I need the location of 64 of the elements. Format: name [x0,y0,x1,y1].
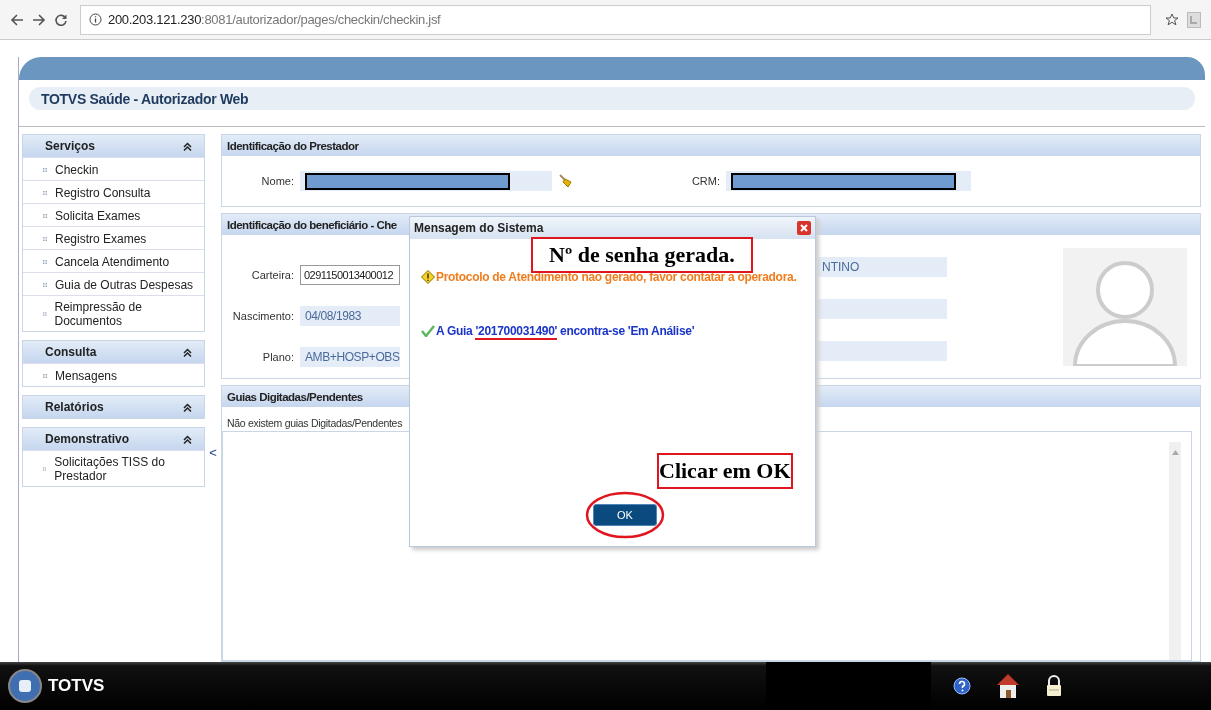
bullet-icon [43,259,47,264]
field-label: Plano: [261,351,294,364]
star-icon[interactable] [1165,12,1179,27]
brand-name: TOTVS [48,676,105,696]
forward-icon[interactable] [32,12,46,27]
field-label: Carteira: [250,268,294,281]
bullet-icon [43,236,47,241]
bullet-icon [43,373,47,378]
back-icon[interactable] [10,12,24,27]
menu-item[interactable]: Cancela Atendimento [55,254,170,269]
field-label: CRM: [690,175,720,187]
menu-item[interactable]: Guia de Outras Despesas [55,277,194,292]
panel-title: Guias Digitadas/Pendentes [227,390,363,403]
annotation-callout: Clicar em OK [657,453,793,489]
collapse-toggle[interactable]: < [209,445,217,460]
bullet-icon [43,312,47,316]
bullet-icon [43,213,47,218]
dialog-title: Mensagem do Sistema [414,221,544,235]
double-chevron-icon [183,141,192,151]
menu-item[interactable]: Solicitações TISS do Prestador [54,455,194,483]
menu-group-header[interactable]: Serviços [23,135,204,157]
bullet-icon [43,282,47,287]
bullet-icon [43,467,47,471]
bullet-icon [43,167,47,172]
menu-item[interactable]: Registro Consulta [55,185,151,200]
bullet-icon [43,190,47,195]
info-icon [89,13,102,26]
close-icon[interactable] [797,221,811,235]
menu-item[interactable]: Registro Exames [55,231,147,246]
readonly-field: NTINO [817,257,947,277]
lock-icon[interactable] [1045,675,1063,697]
readonly-field: 04/08/1983 [300,306,400,326]
input-field[interactable]: 0291150013400012 [300,264,400,285]
warning-icon [421,270,435,284]
field-label: Nome: [260,175,294,187]
menu-item[interactable]: Solicita Exames [55,208,141,223]
logo-icon [8,669,42,703]
ok-button[interactable]: OK [593,504,657,526]
app-title: TOTVS Saúde - Autorizador Web [41,90,249,107]
field-label: Nascimento: [231,310,294,322]
menu-item[interactable]: Checkin [55,162,99,177]
panel-title: Identificação do Prestador [227,139,359,152]
menu-item[interactable]: Reimpressão de Documentos [54,300,194,328]
help-icon[interactable] [953,677,971,695]
scrollbar[interactable] [1169,442,1181,660]
panel-title: Identificação do beneficiário - Che [227,218,397,231]
broom-icon[interactable] [558,173,574,189]
menu-group-header[interactable]: Demonstrativo [23,428,204,450]
menu-group-header[interactable]: Consulta [23,341,204,363]
double-chevron-icon [183,402,192,412]
checkmark-icon [421,325,435,337]
reload-icon[interactable] [54,12,68,27]
message-text: Protocolo de Atendimento não gerado, favor contatar a operadora. [436,270,797,284]
empty-message: Não existem guias Digitadas/Pendentes [226,416,404,429]
address-bar[interactable]: 200.203.121.230:8081/autorizador/pages/checkin/checkin.jsf [80,4,1151,35]
readonly-field: AMB+HOSP+OBS [300,347,400,368]
avatar-icon [1063,248,1187,366]
menu-item[interactable]: Mensagens [55,368,118,383]
annotation-callout: Nº de senha gerada. [531,237,753,273]
message-text: A Guia '201700031490' encontra-se 'Em Análise' [436,324,695,338]
url-text: 200.203.121.230:8081/autorizador/pages/checkin/checkin.jsf [108,12,441,27]
double-chevron-icon [183,434,192,444]
double-chevron-icon [183,347,192,357]
menu-group-header[interactable]: Relatórios [23,396,204,418]
